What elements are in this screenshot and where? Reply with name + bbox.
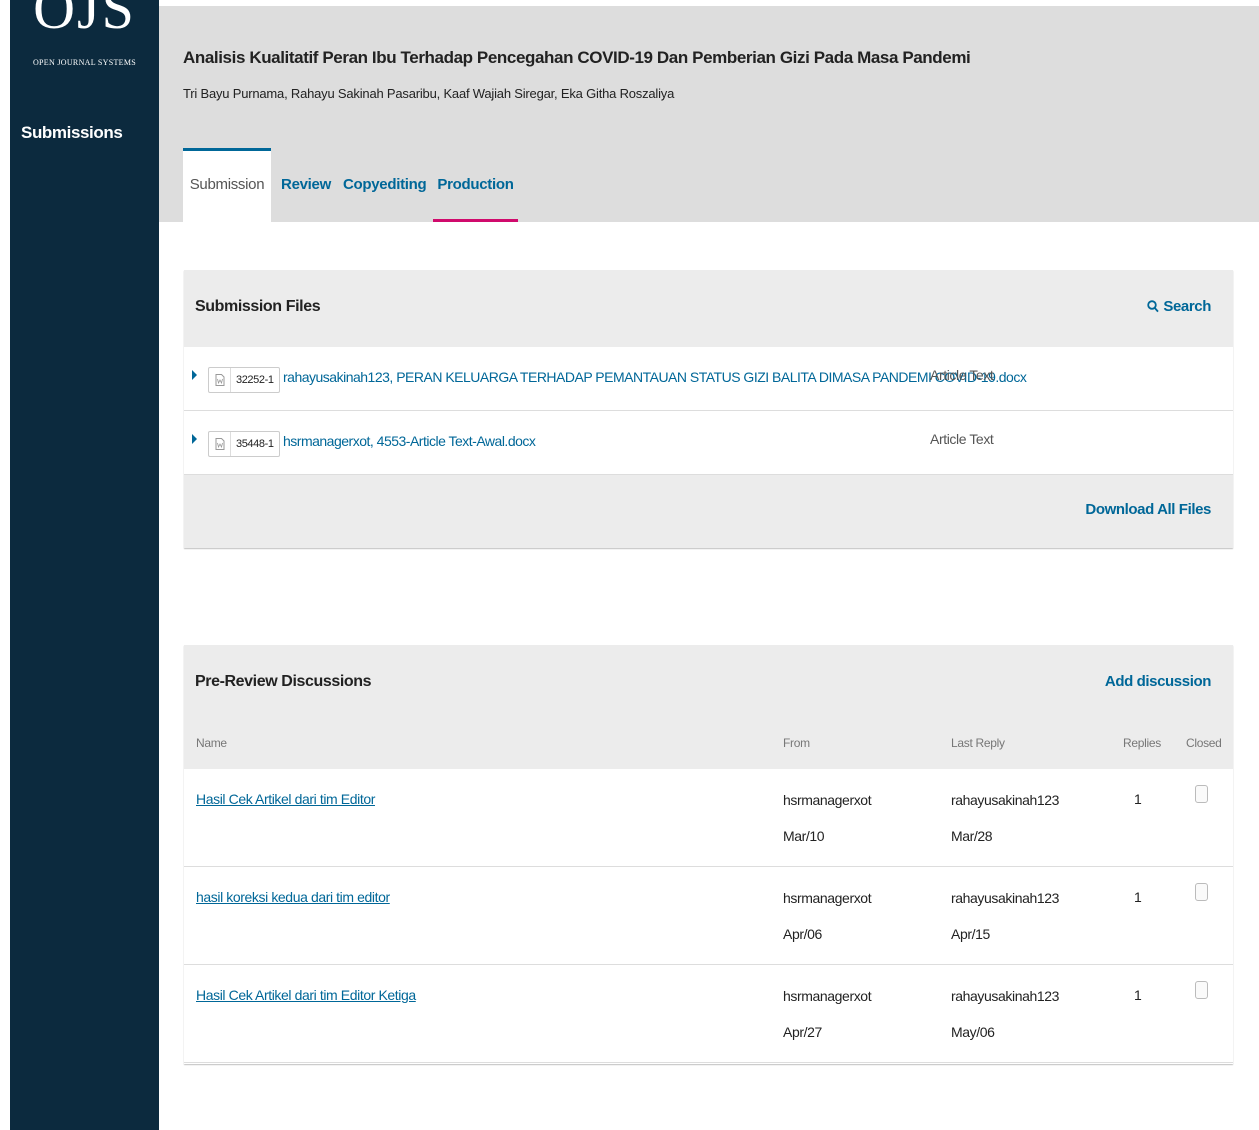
table-row: Hasil Cek Artikel dari tim Editor Ketiga… [184,965,1233,1063]
tab-production[interactable]: Production [433,148,518,222]
tab-copyediting[interactable]: Copyediting [343,148,427,222]
from-user: hsrmanagerxot [783,792,872,808]
file-download-link[interactable]: rahayusakinah123, PERAN KELUARGA TERHADA… [283,369,1027,385]
document-icon [209,432,231,456]
replies-count: 1 [1134,889,1142,905]
from-cell: hsrmanagerxot Apr/27 [783,978,872,1050]
reply-user: rahayusakinah123 [951,890,1060,906]
file-type: Article Text [930,431,994,447]
document-icon [209,368,231,392]
ojs-logo[interactable]: OJS OPEN JOURNAL SYSTEMS [10,0,159,80]
discussion-link[interactable]: Hasil Cek Artikel dari tim Editor Ketiga [196,987,416,1003]
from-date: Mar/10 [783,828,825,844]
pre-review-discussions-panel: Pre-Review Discussions Add discussion Na… [184,645,1233,1064]
replies-count: 1 [1134,791,1142,807]
sidebar: OJS OPEN JOURNAL SYSTEMS Submissions [10,0,159,1130]
from-date: Apr/06 [783,926,822,942]
file-download-link[interactable]: hsrmanagerxot, 4553-Article Text-Awal.do… [283,433,536,449]
logo-mark: OJS [33,0,136,41]
last-reply-cell: rahayusakinah123 Apr/15 [951,880,1059,952]
from-cell: hsrmanagerxot Apr/06 [783,880,872,952]
discussions-title: Pre-Review Discussions [195,673,372,690]
closed-checkbox[interactable] [1195,883,1208,901]
sidebar-item-submissions[interactable]: Submissions [21,123,123,143]
discussions-header: Pre-Review Discussions Add discussion Na… [184,645,1233,769]
column-header-from: From [783,736,810,750]
search-label: Search [1163,298,1211,315]
file-row: 32252-1 rahayusakinah123, PERAN KELUARGA… [184,347,1233,411]
submission-files-header: Submission Files Search [184,270,1233,347]
file-row: 35448-1 hsrmanagerxot, 4553-Article Text… [184,411,1233,475]
column-header-closed: Closed [1186,736,1222,750]
file-id-badge: 35448-1 [208,431,280,457]
file-id: 32252-1 [236,374,274,386]
discussion-link[interactable]: hasil koreksi kedua dari tim editor [196,889,390,905]
table-row: Hasil Cek Artikel dari tim Editor hsrman… [184,769,1233,867]
tab-review[interactable]: Review [277,148,335,222]
table-row: hasil koreksi kedua dari tim editor hsrm… [184,867,1233,965]
file-type: Article Text [930,367,994,383]
expand-caret-icon[interactable] [192,434,197,444]
from-user: hsrmanagerxot [783,890,872,906]
reply-user: rahayusakinah123 [951,988,1060,1004]
last-reply-cell: rahayusakinah123 May/06 [951,978,1059,1050]
authors-list: Tri Bayu Purnama, Rahayu Sakinah Pasarib… [183,86,675,101]
page-title: Analisis Kualitatif Peran Ibu Terhadap P… [183,48,971,67]
submission-files-title: Submission Files [195,298,321,315]
logo-subtitle: OPEN JOURNAL SYSTEMS [32,58,137,67]
reply-date: May/06 [951,1024,995,1040]
reply-date: Apr/15 [951,926,990,942]
add-discussion-button[interactable]: Add discussion [1105,673,1211,690]
discussion-link[interactable]: Hasil Cek Artikel dari tim Editor [196,791,375,807]
last-reply-cell: rahayusakinah123 Mar/28 [951,782,1059,854]
from-date: Apr/27 [783,1024,822,1040]
reply-date: Mar/28 [951,828,993,844]
expand-caret-icon[interactable] [192,370,197,380]
search-icon [1147,300,1160,317]
from-cell: hsrmanagerxot Mar/10 [783,782,872,854]
submission-files-footer: Download All Files [184,475,1233,548]
submission-files-panel: Submission Files Search 32252-1 rahayusa… [184,270,1233,548]
reply-user: rahayusakinah123 [951,792,1060,808]
column-header-last-reply: Last Reply [951,736,1005,750]
submission-header: Analisis Kualitatif Peran Ibu Terhadap P… [159,6,1259,222]
column-header-replies: Replies [1123,736,1161,750]
file-id: 35448-1 [236,438,274,450]
closed-checkbox[interactable] [1195,981,1208,999]
file-id-badge: 32252-1 [208,367,280,393]
search-files-button[interactable]: Search [1147,298,1211,317]
download-all-files-button[interactable]: Download All Files [1085,501,1211,518]
tab-submission[interactable]: Submission [183,148,271,222]
replies-count: 1 [1134,987,1142,1003]
closed-checkbox[interactable] [1195,785,1208,803]
column-header-name: Name [196,736,227,750]
from-user: hsrmanagerxot [783,988,872,1004]
